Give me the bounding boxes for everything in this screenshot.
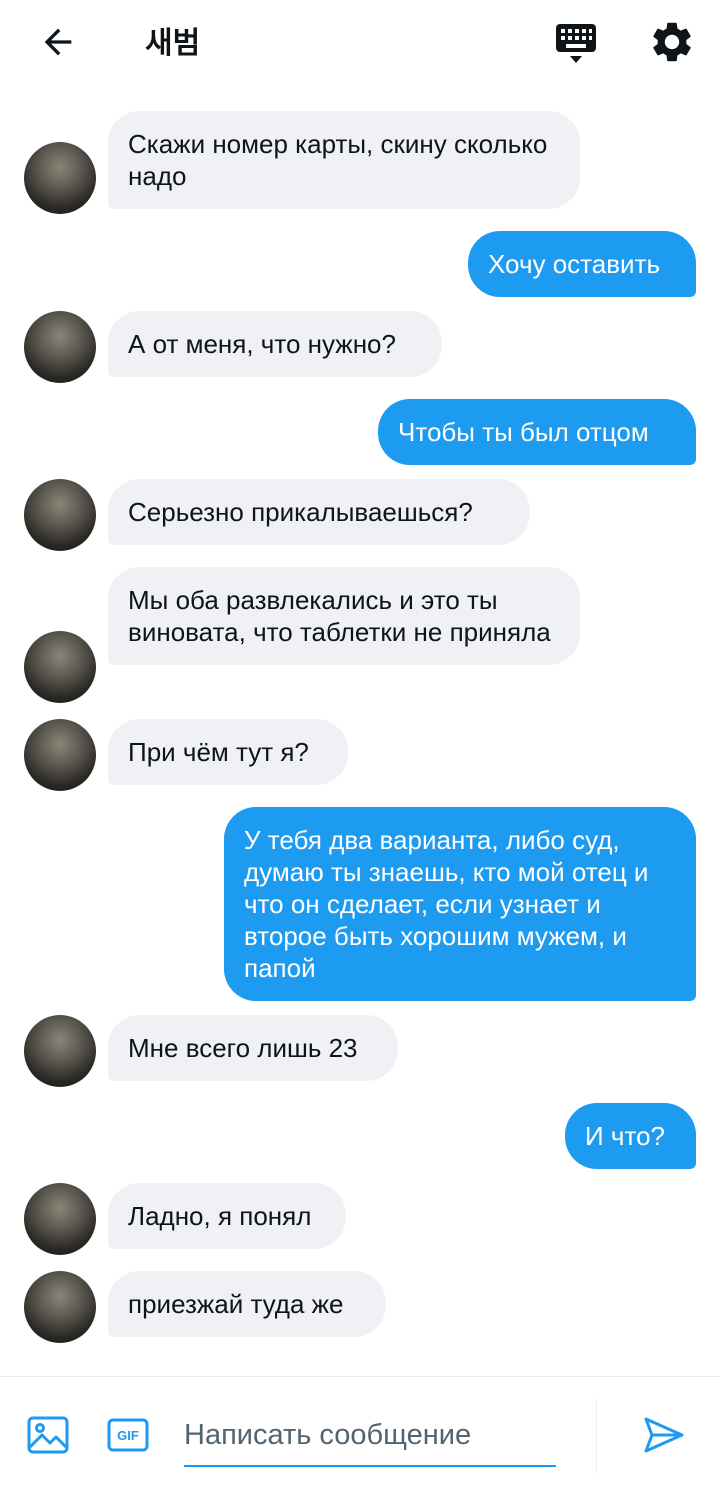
back-button[interactable] <box>30 20 86 64</box>
message-bubble-incoming[interactable]: Скажи номер карты, скину сколько надо <box>108 111 580 209</box>
message-bubble-outgoing[interactable]: У тебя два варианта, либо суд, думаю ты … <box>224 807 696 1001</box>
composer-divider <box>596 1399 597 1473</box>
message-bubble-outgoing[interactable]: И что? <box>565 1103 696 1169</box>
message-bubble-incoming[interactable]: При чём тут я? <box>108 719 348 785</box>
avatar[interactable] <box>24 1183 96 1255</box>
conversation-header: 새범 <box>0 0 720 90</box>
keyboard-button[interactable] <box>552 20 600 66</box>
add-image-button[interactable] <box>26 1413 70 1457</box>
avatar[interactable] <box>24 1271 96 1343</box>
avatar[interactable] <box>24 311 96 383</box>
message-bubble-incoming[interactable]: Мне всего лишь 23 <box>108 1015 398 1081</box>
back-arrow-icon <box>44 28 72 56</box>
message-bubble-outgoing[interactable]: Чтобы ты был отцом <box>378 399 696 465</box>
avatar[interactable] <box>24 142 96 214</box>
message-bubble-outgoing[interactable]: Хочу оставить <box>468 231 696 297</box>
avatar[interactable] <box>24 479 96 551</box>
send-button[interactable] <box>640 1411 688 1459</box>
message-bubble-incoming[interactable]: приезжай туда же <box>108 1271 386 1337</box>
svg-text:GIF: GIF <box>117 1428 139 1443</box>
message-input[interactable] <box>184 1405 556 1467</box>
dm-conversation-screen: 새범 Скажи номер карты, скину сколько надо… <box>0 0 720 1502</box>
message-bubble-incoming[interactable]: Серьезно прикалываешься? <box>108 479 530 545</box>
keyboard-icon <box>556 24 596 63</box>
conversation-title[interactable]: 새범 <box>145 24 200 64</box>
message-bubble-incoming[interactable]: А от меня, что нужно? <box>108 311 442 377</box>
avatar[interactable] <box>24 719 96 791</box>
image-icon <box>27 1416 69 1454</box>
add-gif-button[interactable]: GIF <box>106 1413 150 1457</box>
message-bubble-incoming[interactable]: Ладно, я понял <box>108 1183 346 1249</box>
message-bubble-incoming[interactable]: Мы оба развлекались и это ты виновата, ч… <box>108 567 580 665</box>
gif-icon: GIF <box>107 1418 149 1452</box>
gear-icon <box>653 22 691 62</box>
send-icon <box>644 1417 684 1453</box>
settings-button[interactable] <box>648 18 696 66</box>
avatar[interactable] <box>24 1015 96 1087</box>
message-composer: GIF <box>0 1376 720 1502</box>
avatar[interactable] <box>24 631 96 703</box>
